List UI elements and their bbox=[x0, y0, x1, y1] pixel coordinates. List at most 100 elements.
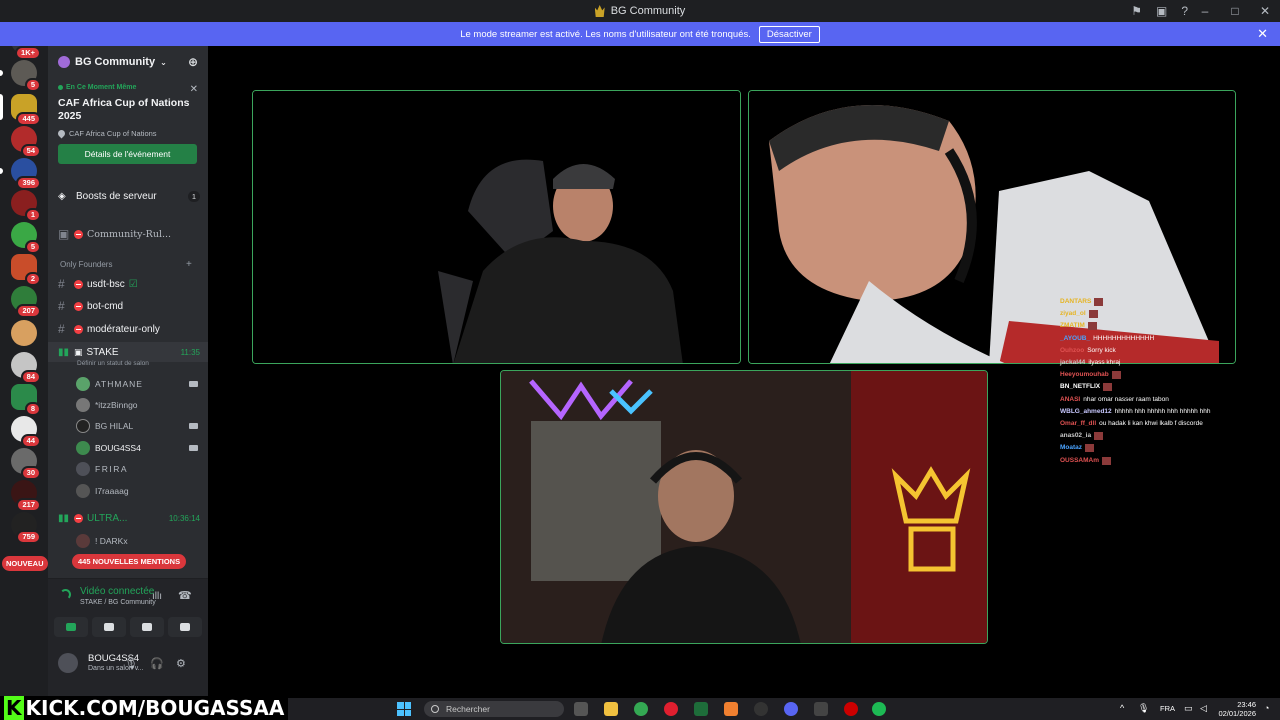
network-icon[interactable]: ▭ bbox=[1184, 703, 1193, 714]
voice-user[interactable]: BG HILAL bbox=[76, 416, 208, 436]
chat-message: Moataz bbox=[1060, 442, 1270, 454]
tray-mic-icon[interactable]: 🎙 bbox=[1138, 703, 1149, 714]
server-boosts-item[interactable]: ◈ Boosts de serveur 1 bbox=[48, 186, 208, 206]
settings-gear-icon[interactable]: ⚙ bbox=[176, 657, 186, 670]
close-event-icon[interactable]: ✕ bbox=[190, 84, 198, 95]
server-icon[interactable]: 5 bbox=[11, 222, 41, 254]
microphone-icon[interactable]: 🎙 bbox=[124, 657, 138, 670]
server-icon[interactable]: 1 bbox=[11, 190, 41, 222]
server-icon[interactable]: 759 bbox=[11, 512, 41, 544]
badge: 759 bbox=[16, 530, 41, 544]
server-icon[interactable]: 207 bbox=[11, 286, 41, 318]
minimize-icon[interactable]: – bbox=[1190, 4, 1220, 18]
server-icon[interactable]: 217 bbox=[11, 480, 41, 512]
server-icon[interactable]: 54 bbox=[11, 126, 41, 158]
camera-button[interactable] bbox=[54, 617, 88, 637]
voice-channel-ultra[interactable]: ▮▮ ULTRA... 10:36:14 bbox=[48, 508, 208, 528]
chat-message: ANASI nhar omar nasser raam tabon bbox=[1060, 394, 1270, 406]
server-icon[interactable]: 44 bbox=[11, 416, 41, 448]
server-icon[interactable]: 8 bbox=[11, 384, 41, 416]
set-channel-status[interactable]: Définir un statut de salon bbox=[77, 360, 149, 367]
obs-icon[interactable] bbox=[754, 702, 768, 716]
volume-icon[interactable]: ◁ bbox=[1200, 703, 1207, 714]
voice-user[interactable]: FRIRA bbox=[76, 459, 208, 479]
voice-user[interactable]: BOUG4SS4 bbox=[76, 438, 208, 458]
voice-user[interactable]: *itzzBinngo bbox=[76, 395, 208, 415]
chat-username: ziyad_ol bbox=[1060, 310, 1086, 318]
voice-channel-stake-time: 11:35 bbox=[180, 347, 200, 357]
tray-chevron-icon[interactable]: ^ bbox=[1120, 703, 1124, 713]
input-language[interactable]: FRA bbox=[1160, 704, 1175, 713]
video-tile-3[interactable] bbox=[500, 370, 988, 644]
voice-user[interactable]: ! DARKx bbox=[76, 531, 208, 551]
channel-usdt[interactable]: # usdt-bsc ☑ bbox=[48, 274, 208, 294]
opera-icon[interactable] bbox=[664, 702, 678, 716]
no-entry-icon bbox=[74, 301, 83, 311]
add-channel-icon[interactable]: + bbox=[186, 259, 192, 270]
start-button[interactable] bbox=[397, 702, 411, 716]
video-tile-1[interactable] bbox=[252, 90, 741, 364]
chrome-icon[interactable] bbox=[634, 702, 648, 716]
chat-message: Heeyoumouhab bbox=[1060, 369, 1270, 381]
inbox-icon[interactable]: ▣ bbox=[1156, 4, 1167, 18]
event-details-button[interactable]: Détails de l'événement bbox=[58, 144, 197, 164]
close-banner-icon[interactable]: ✕ bbox=[1257, 26, 1268, 42]
server-icon[interactable]: 2 bbox=[11, 254, 41, 286]
app-icon[interactable] bbox=[724, 702, 738, 716]
chat-message: anas02_ia bbox=[1060, 430, 1270, 442]
voice-user[interactable]: ATHMANE bbox=[76, 374, 208, 394]
task-view-icon[interactable] bbox=[574, 702, 588, 716]
server-icon[interactable]: 5 bbox=[11, 60, 41, 92]
boosts-label: Boosts de serveur bbox=[76, 190, 157, 202]
channel-rules[interactable]: ▣ Community-Rul... bbox=[48, 224, 208, 244]
server-icon[interactable]: 84 bbox=[11, 352, 41, 384]
invite-people-icon[interactable]: ⊕ bbox=[188, 55, 198, 69]
badge: 2 bbox=[24, 272, 41, 286]
category-only-founders[interactable]: Only Founders + bbox=[60, 259, 192, 270]
channel-moderateur[interactable]: # modérateur-only bbox=[48, 319, 208, 339]
title-bar-tools: ⚑ ▣ ? bbox=[1131, 0, 1188, 22]
server-icon[interactable]: 30 bbox=[11, 448, 41, 480]
activities-button[interactable] bbox=[130, 617, 164, 637]
app-icon[interactable] bbox=[694, 702, 708, 716]
user-avatar[interactable] bbox=[58, 653, 78, 673]
discord-icon[interactable] bbox=[784, 702, 798, 716]
chat-username: _AYOUB_ bbox=[1060, 334, 1091, 342]
channel-bot-cmd[interactable]: # bot-cmd bbox=[48, 296, 208, 316]
voice-status[interactable]: Vidéo connectée bbox=[80, 586, 154, 597]
server-icon[interactable] bbox=[11, 320, 37, 346]
flag-icon[interactable]: ⚑ bbox=[1131, 4, 1142, 18]
avatar bbox=[76, 419, 90, 433]
taskbar-search[interactable]: Rechercher bbox=[424, 701, 564, 717]
taskbar-clock[interactable]: 23:46 02/01/2026 bbox=[1218, 700, 1256, 718]
badge: 8 bbox=[24, 402, 41, 416]
voice-channel-stake[interactable]: ▮▮ ▣ STAKE 11:35 bbox=[48, 342, 208, 362]
channel-usdt-label: usdt-bsc bbox=[87, 278, 125, 290]
help-icon[interactable]: ? bbox=[1181, 4, 1188, 18]
screen-share-button[interactable] bbox=[92, 617, 126, 637]
voice-user[interactable]: I7raaaag bbox=[76, 481, 208, 501]
guild-header[interactable]: BG Community ⌄ ⊕ bbox=[48, 46, 208, 78]
avatar bbox=[76, 462, 90, 476]
headphones-icon[interactable]: 🎧 bbox=[150, 657, 164, 670]
signal-icon[interactable] bbox=[60, 589, 71, 600]
file-explorer-icon[interactable] bbox=[604, 702, 618, 716]
camera-icon bbox=[66, 623, 76, 631]
new-mentions-badge[interactable]: 445 NOUVELLES MENTIONS bbox=[72, 554, 187, 569]
app-icon[interactable] bbox=[814, 702, 828, 716]
spotify-icon[interactable] bbox=[872, 702, 886, 716]
chat-message: DANTARS bbox=[1060, 296, 1270, 308]
soundboard-button[interactable] bbox=[168, 617, 202, 637]
maximize-icon[interactable]: □ bbox=[1220, 4, 1250, 18]
server-icon-bg-community[interactable]: 445 bbox=[11, 94, 41, 126]
disconnect-icon[interactable]: ☎ bbox=[178, 589, 192, 602]
noise-suppression-icon[interactable]: ıllı bbox=[152, 591, 162, 602]
new-badge[interactable]: NOUVEAU bbox=[2, 556, 48, 571]
category-label: Only Founders bbox=[60, 260, 113, 269]
close-window-icon[interactable]: ✕ bbox=[1250, 4, 1280, 18]
server-icon[interactable]: 396 bbox=[11, 158, 41, 190]
event-card: En Ce Moment Même ✕ CAF Africa Cup of Na… bbox=[54, 80, 202, 164]
notifications-icon[interactable]: ◔ bbox=[1264, 703, 1269, 713]
disable-streamer-mode-button[interactable]: Désactiver bbox=[758, 25, 820, 43]
app-icon[interactable] bbox=[844, 702, 858, 716]
